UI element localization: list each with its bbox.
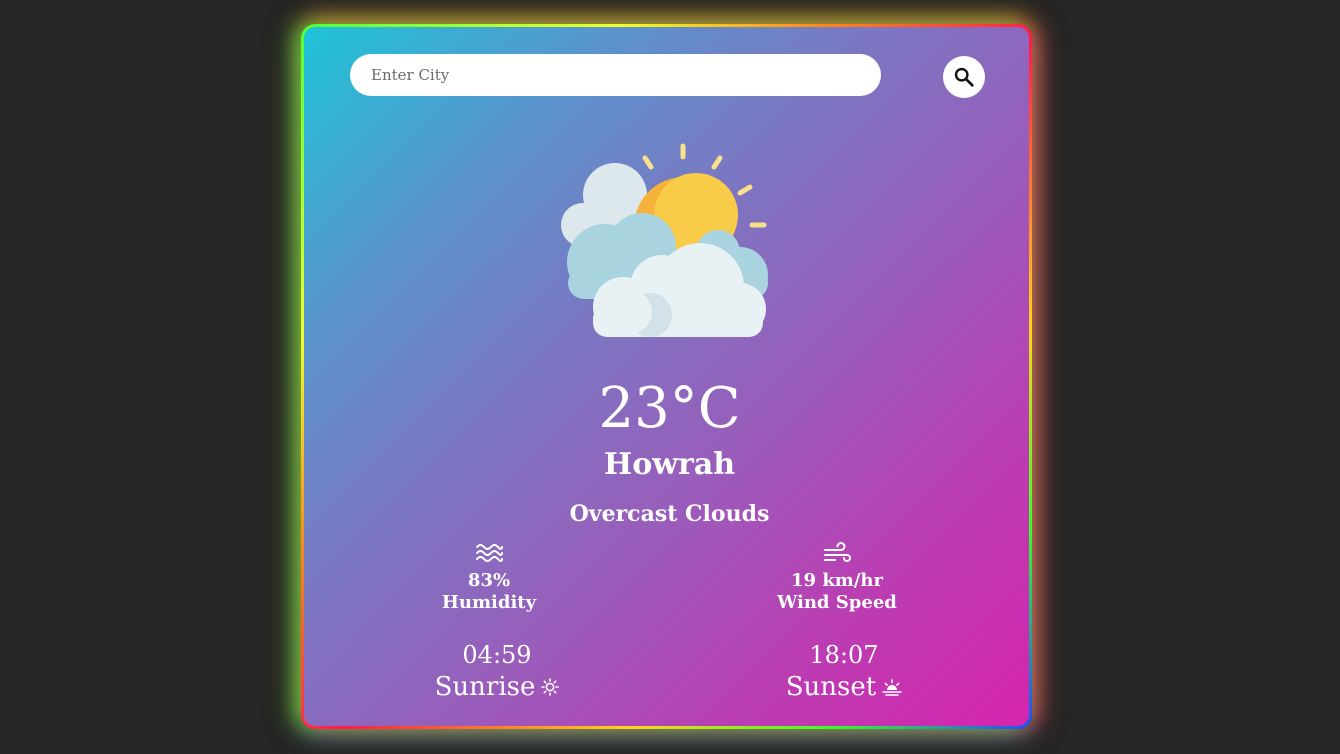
humidity-waves-icon (476, 544, 503, 562)
humidity-stat: 83% Humidity (379, 542, 599, 614)
sunset-icon (882, 679, 903, 696)
sunrise-label: Sunrise (434, 672, 536, 702)
wind-stat: 19 km/hr Wind Speed (727, 542, 947, 614)
city-name: Howrah (603, 447, 736, 482)
partly-cloudy-icon (561, 143, 768, 337)
search-icon (954, 67, 974, 87)
sunset: 18:07 Sunset (734, 639, 954, 703)
sun-icon (541, 678, 560, 696)
sunrise: 04:59 Sunrise (387, 639, 607, 703)
temperature: 23°C (598, 376, 741, 441)
search-input[interactable] (350, 54, 881, 96)
weather-card: 23°C Howrah Overcast Clouds 83% Humidity… (301, 24, 1032, 729)
humidity-value: 83% (467, 570, 511, 591)
weather-description: Overcast Clouds (569, 501, 770, 527)
wind-speed-label: Wind Speed (777, 592, 897, 613)
wind-speed-value: 19 km/hr (791, 570, 883, 591)
wind-icon (824, 542, 851, 562)
sunset-label: Sunset (785, 672, 877, 702)
humidity-label: Humidity (441, 592, 537, 613)
sunrise-time: 04:59 (462, 641, 532, 669)
search-button[interactable] (943, 56, 985, 98)
sunset-time: 18:07 (809, 641, 879, 669)
